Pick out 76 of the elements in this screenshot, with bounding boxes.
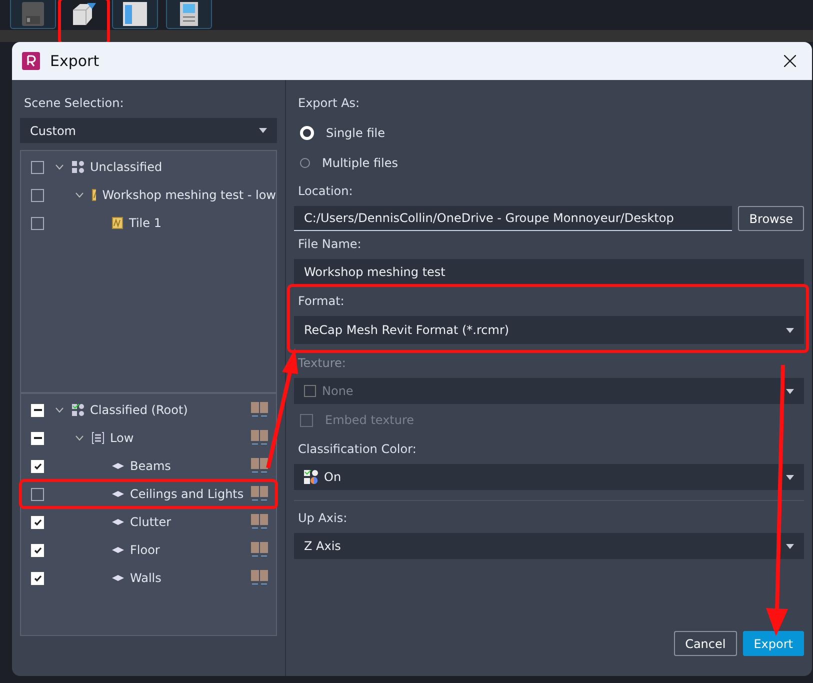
close-icon [784,55,796,67]
field-label: Scene Selection: [24,96,124,112]
field-label: Up Axis: [298,511,348,527]
field-label: File Name: [298,237,362,253]
checkbox-label: Embed texture [325,413,414,427]
checkmark-icon [34,574,42,582]
radio-option[interactable]: Multiple files [294,148,804,178]
toolbar-button[interactable] [112,0,158,29]
dropdown-arrow-icon [786,388,794,394]
split-icon [251,458,268,474]
format-dropdown[interactable]: ReCap Mesh Revit Format (*.rcmr) [294,316,804,344]
tree-item-label[interactable]: Workshop meshing test - low [102,188,276,202]
toolbar-button[interactable] [166,0,212,29]
diamond-icon [112,463,124,469]
file-name-field[interactable]: Workshop meshing test [294,259,804,284]
browse-button[interactable]: Browse [738,206,804,231]
up-axis-dropdown[interactable]: Z Axis [294,533,804,559]
chevron-down-icon[interactable] [54,164,64,170]
cube-icon [72,2,96,26]
tree-item-label[interactable]: Tile 1 [129,216,162,230]
tree-item-label[interactable]: Beams [130,459,171,473]
tree-item-label[interactable]: Classified (Root) [90,403,188,417]
dropdown-arrow-icon [786,544,794,548]
field-label: Export As: [298,96,360,112]
split-icon [251,570,268,586]
save-icon [22,2,44,26]
monitor-sliders-icon [180,2,198,26]
tree-item-label[interactable]: Floor [130,543,160,557]
checkbox[interactable] [31,488,44,500]
dialog-button[interactable]: Cancel [674,631,737,656]
checkmark-icon [34,518,42,526]
tile-icon [112,217,123,229]
minus-icon [34,409,42,411]
app-logo-icon [22,52,40,70]
split-icon [251,402,268,418]
chevron-down-icon[interactable] [74,435,84,441]
tree-item-label[interactable]: Unclassified [90,160,162,174]
classified-icon [72,404,84,416]
diamond-icon [112,519,124,525]
dropdown-arrow-icon [259,128,267,133]
tree-item-label[interactable]: Clutter [130,515,172,529]
field-label: Location: [298,184,353,200]
dropdown-arrow-icon [786,328,794,332]
tree-item-label[interactable]: Ceilings and Lights [130,487,244,501]
dropdown-arrow-icon [786,474,794,480]
diamond-icon [112,491,124,497]
field-label: Format: [298,294,346,310]
checkbox[interactable] [31,160,44,174]
minus-icon [34,437,42,439]
shapes-icon [72,161,84,173]
diamond-icon [112,575,124,581]
split-icon [251,430,268,446]
tree-item-label[interactable]: Low [110,431,134,445]
checkmark-icon [34,462,42,470]
location-field[interactable]: C:/Users/DennisCollin/OneDrive - Groupe Monnoyeur/Desktop [294,206,732,231]
split-icon [251,514,268,530]
image-icon [304,385,316,397]
tile-icon [92,189,96,201]
split-icon [251,486,268,502]
radio-option[interactable]: Single file [294,118,804,148]
tree-item-label[interactable]: Walls [130,571,162,585]
checkmark-icon [34,546,42,554]
diamond-icon [112,547,124,553]
split-icon [251,542,268,558]
classification-color-dropdown[interactable]: On [294,464,804,490]
layers-icon [92,432,104,444]
scene-selection-dropdown[interactable]: Custom [20,118,277,143]
field-label: Texture: [298,356,346,372]
panel-layout-icon [123,2,147,26]
checkbox[interactable] [31,216,44,230]
field-label: Classification Color: [298,442,416,458]
chevron-down-icon[interactable] [74,192,84,198]
dialog-title: Export [50,52,100,70]
checkbox[interactable] [31,188,44,202]
chevron-down-icon[interactable] [54,407,64,413]
palette-icon [304,470,318,484]
